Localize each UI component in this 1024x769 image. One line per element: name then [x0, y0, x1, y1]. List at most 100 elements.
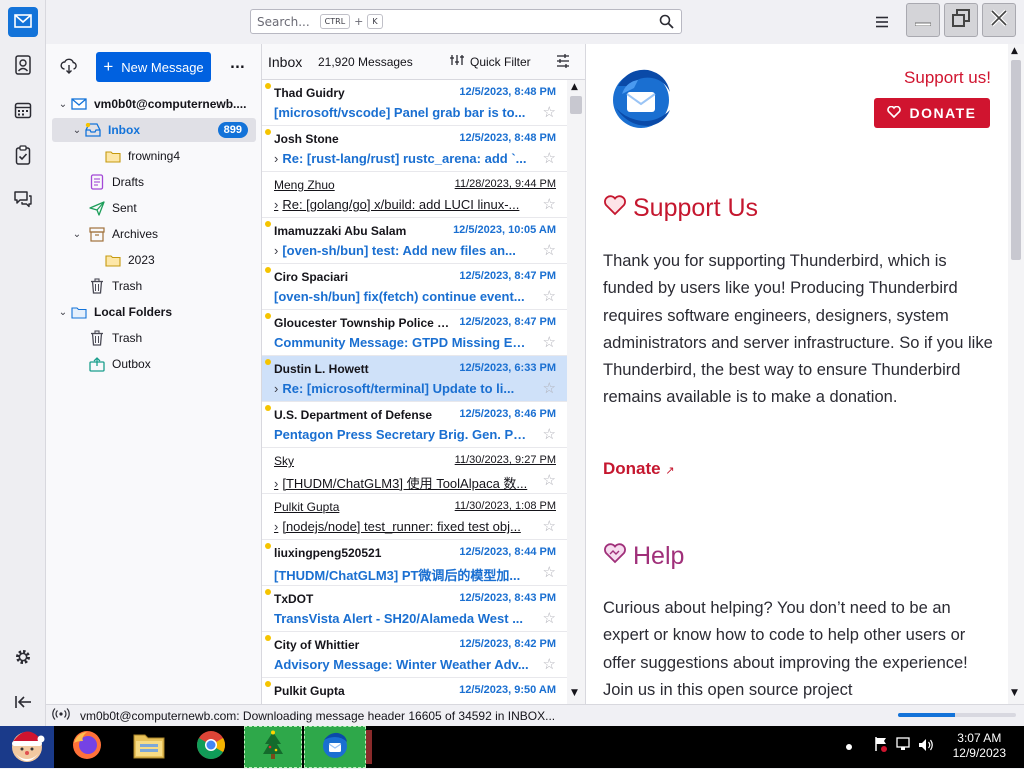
inbox-icon — [84, 122, 102, 138]
message-row[interactable]: Thad Guidry 12/5/2023, 8:48 PM [microsoft/… — [262, 80, 568, 126]
folder-inbox[interactable]: ⌄ Inbox 899 — [52, 118, 256, 142]
star-icon[interactable]: ☆ — [543, 241, 556, 259]
message-row[interactable]: liuxingpeng520521 12/5/2023, 8:44 PM [THUD… — [262, 540, 568, 586]
support-us-link[interactable]: Support us! — [904, 68, 991, 88]
message-sender: liuxingpeng520521 — [274, 546, 382, 560]
message-row[interactable]: Gloucester Township Police D... 12/5/2023… — [262, 310, 568, 356]
message-row[interactable]: Josh Stone 12/5/2023, 8:48 PM › Re: [rust-l… — [262, 126, 568, 172]
taskbar-thunderbird[interactable] — [304, 726, 366, 768]
archive-box-icon — [88, 226, 106, 242]
scrollbar-thumb[interactable] — [570, 96, 582, 114]
restore-button[interactable] — [944, 3, 978, 37]
chevron-down-icon[interactable]: ⌄ — [70, 229, 84, 240]
star-icon[interactable]: ☆ — [543, 195, 556, 213]
global-search-input[interactable]: Search... CTRL + K — [250, 9, 682, 34]
calendar-icon — [14, 101, 32, 123]
network-icon[interactable] — [896, 736, 910, 756]
star-icon[interactable]: ☆ — [543, 517, 556, 535]
message-sender: Dustin L. Howett — [274, 362, 369, 376]
message-row[interactable]: Ciro Spaciari 12/5/2023, 8:47 PM [oven-sh/… — [262, 264, 568, 310]
local-folders-row[interactable]: ⌄ Local Folders — [56, 300, 272, 324]
message-row[interactable]: Meng Zhuo 11/28/2023, 9:44 PM › Re: [golang… — [262, 172, 568, 218]
message-row[interactable]: Pulkit Gupta12/5/2023, 9:50 AM☆ — [262, 678, 568, 704]
message-list-scrollbar[interactable]: ▲ ▼ — [567, 80, 585, 704]
unread-dot-icon — [265, 313, 271, 319]
mail-space-button[interactable] — [8, 7, 38, 37]
star-icon[interactable]: ☆ — [543, 609, 556, 627]
minimize-button[interactable] — [906, 3, 940, 37]
start-button[interactable] — [0, 726, 54, 768]
chevron-down-icon[interactable]: ⌄ — [56, 99, 70, 110]
get-messages-button[interactable] — [60, 58, 78, 78]
message-row[interactable]: City of Whittier 12/5/2023, 8:42 PM Adviso… — [262, 632, 568, 678]
star-icon[interactable]: ☆ — [543, 655, 556, 673]
folder-archives[interactable]: ⌄ Archives — [70, 222, 286, 246]
message-subject-line: Advisory Message: Winter Weather Adv... — [274, 657, 529, 672]
taskbar: 3:07 AM 12/9/2023 — [0, 726, 1024, 768]
online-status-icon[interactable] — [52, 708, 70, 723]
chevron-down-icon[interactable]: ⌄ — [70, 125, 84, 136]
thread-chevron-icon[interactable]: › — [274, 243, 278, 258]
message-date: 11/30/2023, 9:27 PM — [454, 454, 556, 466]
display-options-button[interactable] — [556, 54, 570, 73]
chevron-down-icon[interactable]: ⌄ — [56, 307, 70, 318]
taskbar-clock[interactable]: 3:07 AM 12/9/2023 — [953, 731, 1006, 761]
thread-chevron-icon[interactable]: › — [274, 151, 278, 166]
address-book-space-button[interactable] — [8, 52, 38, 82]
chat-space-button[interactable] — [8, 186, 38, 216]
message-row[interactable]: TxDOT 12/5/2023, 8:43 PM TransVista Alert … — [262, 586, 568, 632]
thread-chevron-icon[interactable]: › — [274, 519, 278, 534]
settings-button[interactable] — [8, 644, 38, 674]
star-icon[interactable]: ☆ — [543, 471, 556, 489]
scroll-down-arrow[interactable]: ▼ — [571, 688, 578, 698]
flag-icon[interactable] — [874, 736, 888, 756]
shortcut-plus: + — [354, 15, 364, 28]
scroll-down-arrow[interactable]: ▼ — [1011, 688, 1018, 698]
thread-chevron-icon[interactable]: › — [274, 381, 278, 396]
system-tray[interactable] — [874, 736, 934, 756]
thunderbird-window: Search... CTRL + K + New Message ... ⌄ v… — [0, 0, 1024, 726]
taskbar-firefox[interactable] — [66, 726, 108, 768]
collapse-left-icon — [14, 694, 32, 713]
message-subject: [microsoft/vscode] Panel grab bar is to.… — [274, 105, 526, 120]
scroll-up-arrow[interactable]: ▲ — [1011, 46, 1018, 56]
donate-button[interactable]: DONATE — [874, 98, 990, 128]
star-icon[interactable]: ☆ — [543, 103, 556, 121]
thread-chevron-icon[interactable]: › — [274, 476, 278, 491]
message-subject: Community Message: GTPD Missing En... — [274, 335, 529, 350]
taskbar-chrome[interactable] — [190, 726, 232, 768]
calendar-space-button[interactable] — [8, 97, 38, 127]
message-row[interactable]: Pulkit Gupta 11/30/2023, 1:08 PM › [nodejs/… — [262, 494, 568, 540]
message-row[interactable]: U.S. Department of Defense 12/5/2023, 8:4… — [262, 402, 568, 448]
app-menu-button[interactable] — [870, 10, 894, 34]
message-row[interactable]: Dustin L. Howett 12/5/2023, 6:33 PM › Re: [… — [262, 356, 568, 402]
taskbar-file-explorer[interactable] — [128, 726, 170, 768]
donate-link[interactable]: Donate ↗ — [603, 459, 675, 479]
taskbar-christmas-app[interactable] — [244, 726, 302, 768]
scroll-up-arrow[interactable]: ▲ — [571, 82, 578, 92]
message-sender: Gloucester Township Police D... — [274, 316, 452, 330]
new-message-button[interactable]: + New Message — [96, 52, 211, 82]
search-icon[interactable] — [659, 14, 674, 32]
star-icon[interactable]: ☆ — [543, 287, 556, 305]
folder-pane-menu-button[interactable]: ... — [230, 57, 245, 72]
star-icon[interactable]: ☆ — [543, 563, 556, 581]
reader-scrollbar[interactable]: ▲ ▼ — [1008, 44, 1024, 704]
message-row[interactable]: Imamuzzaki Abu Salam 12/5/2023, 10:05 AM ›… — [262, 218, 568, 264]
collapse-spaces-button[interactable] — [8, 688, 38, 718]
star-icon[interactable]: ☆ — [543, 425, 556, 443]
quick-filter-button[interactable]: Quick Filter — [450, 54, 531, 69]
account-row[interactable]: ⌄ vm0b0t@computernewb.... — [56, 92, 262, 116]
scrollbar-thumb[interactable] — [1011, 60, 1021, 260]
volume-icon[interactable] — [918, 737, 934, 756]
title-bar: Search... CTRL + K — [46, 0, 1024, 44]
star-icon[interactable]: ☆ — [543, 149, 556, 167]
close-button[interactable] — [982, 3, 1016, 37]
tasks-space-button[interactable] — [8, 142, 38, 172]
list-options-icon — [556, 54, 570, 72]
star-icon[interactable]: ☆ — [543, 333, 556, 351]
message-row[interactable]: Sky 11/30/2023, 9:27 PM › [THUDM/ChatGLM3] … — [262, 448, 568, 494]
account-mail-icon — [70, 96, 88, 112]
star-icon[interactable]: ☆ — [543, 379, 556, 397]
thread-chevron-icon[interactable]: › — [274, 197, 278, 212]
